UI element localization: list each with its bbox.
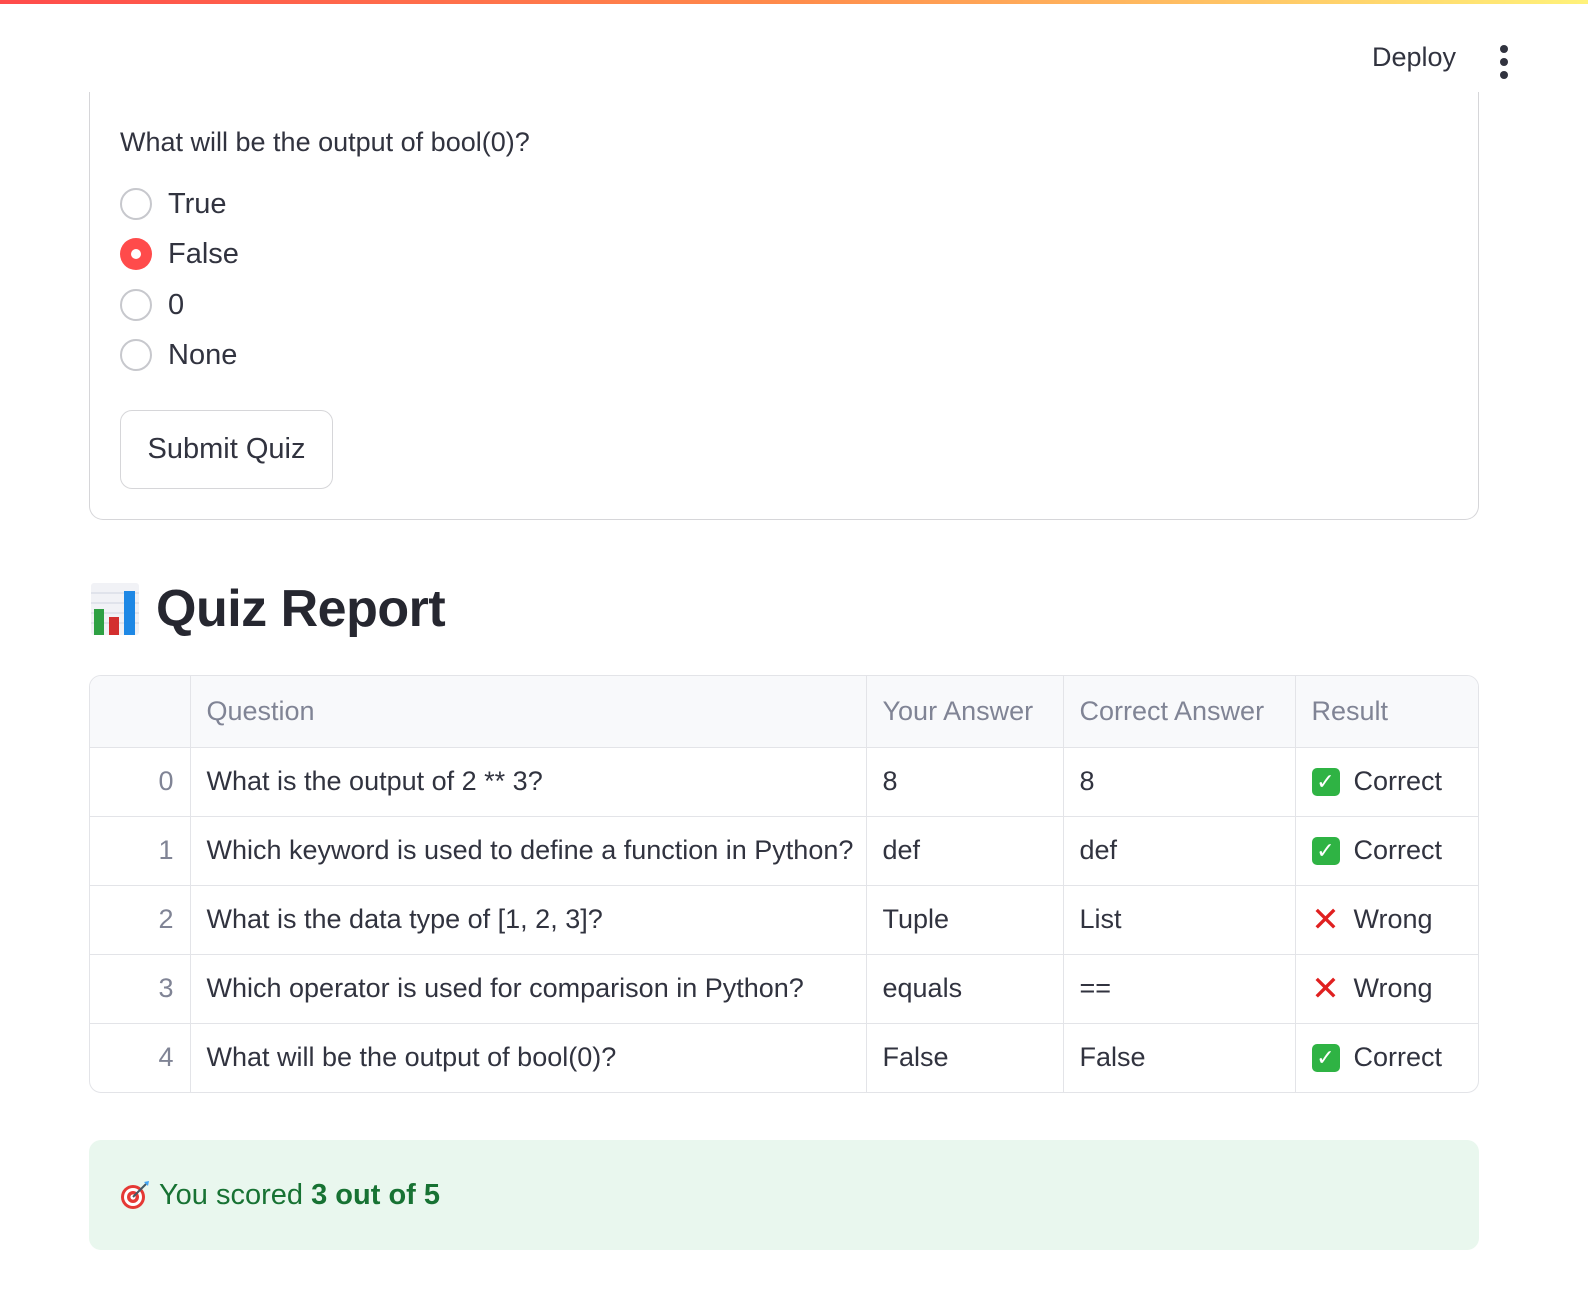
deploy-button[interactable]: Deploy [1372, 42, 1456, 73]
table-header-row: Question Your Answer Correct Answer Resu… [90, 676, 1478, 748]
check-mark-icon: ✓ [1311, 767, 1340, 796]
question-cell[interactable]: Which operator is used for comparison in… [190, 954, 867, 1024]
radio-option-none[interactable]: None [120, 335, 237, 375]
check-mark-icon: ✓ [1311, 836, 1340, 865]
score-alert: You scored 3 out of 5 [89, 1140, 1479, 1250]
score-prefix: You scored [159, 1178, 312, 1211]
result-text: Correct [1353, 835, 1443, 865]
bar-chart-icon [91, 583, 139, 635]
report-heading: Quiz Report [90, 574, 446, 644]
cross-mark-icon: ✕ [1311, 969, 1340, 1008]
question-cell[interactable]: Which keyword is used to define a functi… [190, 816, 867, 886]
column-header-result[interactable]: Result [1295, 676, 1478, 748]
result-cell[interactable]: ✓ Correct [1295, 816, 1478, 886]
kebab-menu-icon[interactable] [1494, 45, 1514, 79]
column-header-correct-answer[interactable]: Correct Answer [1063, 676, 1296, 748]
table-row: 1 Which keyword is used to define a func… [90, 816, 1478, 886]
table-row: 4 What will be the output of bool(0)? Fa… [90, 1023, 1478, 1092]
row-index: 1 [90, 816, 191, 886]
result-text: Correct [1353, 766, 1443, 796]
radio-option-label: True [168, 187, 227, 220]
row-index: 0 [90, 747, 191, 817]
result-text: Correct [1353, 1042, 1443, 1073]
radio-option-0[interactable]: 0 [120, 285, 184, 325]
column-header-index[interactable] [90, 676, 191, 748]
your-answer-cell[interactable]: equals [866, 954, 1064, 1024]
correct-answer-cell[interactable]: List [1063, 885, 1296, 955]
result-cell[interactable]: ✕ Wrong [1295, 885, 1478, 955]
cross-mark-icon: ✕ [1311, 900, 1340, 939]
report-table[interactable]: Question Your Answer Correct Answer Resu… [89, 675, 1479, 1093]
check-mark-icon: ✓ [1311, 1043, 1340, 1072]
row-index: 2 [90, 885, 191, 955]
result-cell[interactable]: ✓ Correct [1295, 1023, 1478, 1092]
score-value: 3 out of 5 [311, 1178, 440, 1211]
row-index: 4 [90, 1023, 191, 1092]
question-cell[interactable]: What is the data type of [1, 2, 3]? [190, 885, 867, 955]
result-cell[interactable]: ✓ Correct [1295, 747, 1478, 817]
question-cell[interactable]: What will be the output of bool(0)? [190, 1023, 867, 1092]
target-icon [121, 1181, 149, 1209]
table-row: 2 What is the data type of [1, 2, 3]? Tu… [90, 885, 1478, 955]
radio-button-icon[interactable] [120, 188, 152, 220]
column-header-your-answer[interactable]: Your Answer [866, 676, 1064, 748]
correct-answer-cell[interactable]: False [1063, 1023, 1296, 1092]
submit-quiz-button[interactable]: Submit Quiz [120, 410, 333, 489]
result-text: Wrong [1353, 904, 1433, 934]
your-answer-cell[interactable]: Tuple [866, 885, 1064, 955]
radio-button-icon[interactable] [120, 289, 152, 321]
radio-option-label: None [168, 338, 238, 371]
result-cell[interactable]: ✕ Wrong [1295, 954, 1478, 1024]
correct-answer-cell[interactable]: 8 [1063, 747, 1296, 817]
radio-option-false[interactable]: False [120, 234, 239, 274]
your-answer-cell[interactable]: False [866, 1023, 1064, 1092]
radio-button-icon[interactable] [120, 339, 152, 371]
question-label: What will be the output of bool(0)? [120, 127, 530, 157]
report-title: Quiz Report [156, 580, 446, 638]
correct-answer-cell[interactable]: == [1063, 954, 1296, 1024]
score-text: You scored 3 out of 5 [159, 1179, 440, 1212]
question-cell[interactable]: What is the output of 2 ** 3? [190, 747, 867, 817]
your-answer-cell[interactable]: def [866, 816, 1064, 886]
result-text: Wrong [1353, 973, 1433, 1003]
radio-option-label: False [168, 237, 239, 270]
column-header-question[interactable]: Question [190, 676, 867, 748]
your-answer-cell[interactable]: 8 [866, 747, 1064, 817]
radio-option-label: 0 [168, 288, 185, 321]
radio-option-true[interactable]: True [120, 184, 227, 224]
table-row: 3 Which operator is used for comparison … [90, 954, 1478, 1024]
row-index: 3 [90, 954, 191, 1024]
radio-button-selected-icon[interactable] [120, 238, 152, 270]
table-row: 0 What is the output of 2 ** 3? 8 8 ✓ Cor… [90, 747, 1478, 817]
correct-answer-cell[interactable]: def [1063, 816, 1296, 886]
